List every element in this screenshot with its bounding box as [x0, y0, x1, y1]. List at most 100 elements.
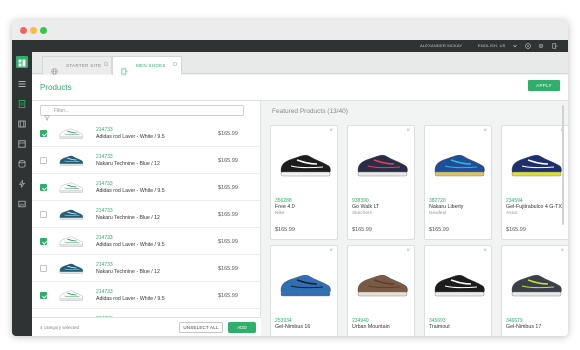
filter-placeholder: Filter... [54, 108, 70, 114]
product-brand: Nike [275, 211, 285, 216]
product-card[interactable]: × 234940 Urban Mountain [347, 245, 415, 336]
product-price: $165.99 [218, 131, 238, 137]
user-menu[interactable]: ALEXANDER MCKAY [420, 43, 462, 48]
image-icon[interactable] [18, 200, 26, 208]
product-price: $165.99 [218, 266, 238, 272]
product-id: 214733 [96, 127, 113, 133]
product-price: $165.99 [275, 227, 295, 233]
product-card[interactable]: × 253934 Gel-Nimbus 16 [270, 245, 338, 336]
product-price: $165.99 [218, 212, 238, 218]
film-icon[interactable] [18, 120, 26, 128]
close-icon[interactable]: × [483, 248, 487, 254]
close-icon[interactable]: × [406, 248, 410, 254]
product-id: 214733 [96, 235, 113, 241]
product-card[interactable]: × 346679 Gel-Nimbus 17 [501, 245, 568, 336]
featured-title: Featured Products (13/40) [272, 108, 348, 115]
filter-icon [43, 108, 51, 121]
app-window: ALEXANDER MCKAY ENGLISH, US STARTER SITE… [12, 20, 568, 336]
product-image [508, 264, 564, 304]
pages-icon[interactable] [18, 100, 26, 108]
lightning-icon[interactable] [18, 180, 26, 188]
product-name: Free 4.0 [275, 204, 295, 210]
tab-bar: STARTER SITE MEN SHOES [32, 52, 568, 75]
list-item[interactable]: 214733Nakaru Technine - Blue / 12 $165.99 [32, 256, 260, 282]
row-checkbox[interactable] [40, 292, 47, 299]
product-id: 214733 [96, 289, 113, 295]
row-checkbox[interactable] [40, 265, 47, 272]
sidebar [12, 52, 32, 336]
list-item[interactable]: 214733 Adidas rod Laver - White / 9.5 $165… [32, 121, 260, 147]
product-card[interactable]: × 345693 Traimout [424, 245, 492, 336]
tab-men-shoes[interactable]: MEN SHOES [112, 56, 182, 75]
add-button[interactable]: ADD [228, 322, 256, 333]
close-window-button[interactable] [20, 27, 27, 34]
close-icon[interactable]: × [329, 248, 333, 254]
row-checkbox[interactable] [40, 184, 47, 191]
product-image [277, 264, 333, 304]
product-id: 214733 [96, 262, 113, 268]
product-name: Nakaru Liberty [429, 204, 464, 210]
product-card[interactable]: × 382720 Nakaru Liberty Newfeel $165.99 [424, 125, 492, 240]
list-item[interactable]: 214733 Adidas rod Laver - White / 9.5 $165… [32, 175, 260, 201]
close-icon[interactable]: × [560, 248, 564, 254]
product-thumbnail [58, 206, 84, 222]
tab-settings-icon[interactable] [172, 61, 178, 69]
language-selector[interactable]: ENGLISH, US [478, 43, 506, 48]
tab-settings-icon[interactable] [103, 61, 109, 69]
tab-starter-site[interactable]: STARTER SITE [42, 56, 112, 75]
row-checkbox[interactable] [40, 211, 47, 218]
product-thumbnail [58, 287, 84, 303]
product-name: Adidas rod Laver - White / 9.5 [96, 134, 165, 140]
product-thumbnail [58, 152, 84, 168]
list-item[interactable]: 214733Nakaru Technine - Blue / 12 $165.99 [32, 202, 260, 228]
maximize-window-button[interactable] [40, 27, 47, 34]
close-icon[interactable]: × [483, 128, 487, 134]
product-name: Urban Mountain [352, 324, 390, 330]
list-item[interactable]: 214733 Adidas rod Laver - White / 9.5 $165… [32, 229, 260, 255]
product-image [431, 264, 487, 304]
product-price: $165.99 [218, 185, 238, 191]
scrollbar[interactable] [562, 105, 564, 225]
product-price: $165.99 [352, 227, 372, 233]
page-header: Products APPLY [32, 75, 568, 101]
database-icon[interactable] [18, 160, 26, 168]
close-icon[interactable]: × [406, 128, 410, 134]
window-titlebar [12, 20, 568, 40]
product-name: Nakaru Technine - Blue / 12 [96, 161, 160, 167]
product-card[interactable]: ×234594Gel-Fujitrabulco 4 G-TXAsics$165.… [501, 125, 568, 240]
product-price: $165.99 [506, 227, 526, 233]
product-name: Nakaru Technine - Blue / 12 [96, 215, 160, 221]
product-price: $165.99 [218, 293, 238, 299]
app-logo[interactable] [16, 56, 28, 68]
list-footer: 4 category selected UNSELECT ALL ADD [32, 317, 261, 336]
filter-input[interactable]: Filter... [40, 105, 244, 121]
help-icon[interactable] [525, 43, 531, 49]
apply-button[interactable]: APPLY [528, 80, 560, 91]
sign-out-icon[interactable] [552, 43, 558, 49]
tab-starter-site-label: STARTER SITE [66, 63, 102, 68]
menu-icon[interactable] [18, 80, 26, 88]
product-card[interactable]: × 356288 Free 4.0 Nike $165.99 [270, 125, 338, 240]
product-card[interactable]: × 938390 Go Walk LT Skechers $165.99 [347, 125, 415, 240]
product-list-panel: Filter... 214733 Adidas rod Laver - White… [32, 101, 261, 336]
close-icon[interactable]: × [329, 128, 333, 134]
list-item[interactable]: 214733 Adidas rod Laver - White / 9.5 $165… [32, 283, 260, 309]
product-name: Adidas rod Laver - White / 9.5 [96, 242, 165, 248]
unselect-all-button[interactable]: UNSELECT ALL [179, 322, 223, 333]
product-name: Gel-Nimbus 17 [506, 324, 542, 330]
tab-men-shoes-label: MEN SHOES [136, 63, 166, 68]
list-item[interactable]: 214733Nakaru Technine - Blue / 12 $165.99 [32, 148, 260, 174]
row-checkbox[interactable] [40, 238, 47, 245]
settings-icon[interactable] [538, 43, 544, 49]
product-price: $165.99 [218, 158, 238, 164]
product-name: Go Walk LT [352, 204, 380, 210]
product-price: $165.99 [429, 227, 449, 233]
product-id: 214733 [96, 154, 113, 160]
row-checkbox[interactable] [40, 130, 47, 137]
row-checkbox[interactable] [40, 157, 47, 164]
minimize-window-button[interactable] [30, 27, 37, 34]
product-name: Gel-Nimbus 16 [275, 324, 311, 330]
selected-count: 4 category selected [40, 325, 80, 330]
product-brand: Asics [506, 211, 518, 216]
layout-icon[interactable] [18, 140, 26, 148]
